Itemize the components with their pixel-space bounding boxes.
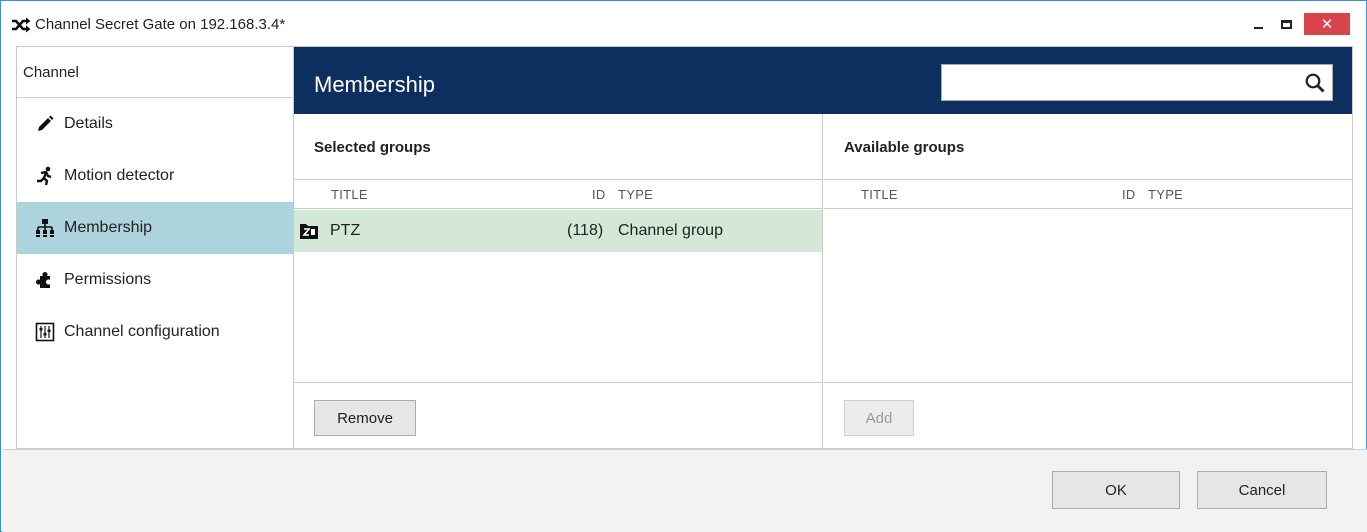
dialog-window: Channel Secret Gate on 192.168.3.4* ✕ Ch… xyxy=(0,0,1367,532)
main-panel: Membership Selected groups TITLE ID TYPE… xyxy=(293,46,1353,449)
column-type[interactable]: TYPE xyxy=(618,187,653,202)
column-id[interactable]: ID xyxy=(592,187,606,202)
window-title: Channel Secret Gate on 192.168.3.4* xyxy=(35,16,286,33)
available-groups-footer: Add xyxy=(824,382,1352,448)
sidebar-item-channel-configuration[interactable]: Channel configuration xyxy=(17,306,293,358)
search-input[interactable] xyxy=(941,64,1333,101)
pencil-icon xyxy=(34,114,56,134)
selected-groups-title: Selected groups xyxy=(314,139,431,156)
minimize-icon xyxy=(1253,27,1263,29)
sidebar-item-details[interactable]: Details xyxy=(17,98,293,150)
sidebar-item-permissions[interactable]: Permissions xyxy=(17,254,293,306)
maximize-icon xyxy=(1280,19,1292,29)
selected-groups-column-header: TITLE ID TYPE xyxy=(294,179,822,209)
running-person-icon xyxy=(34,166,56,186)
add-button[interactable]: Add xyxy=(844,400,914,436)
title-bar[interactable]: Channel Secret Gate on 192.168.3.4* ✕ xyxy=(1,1,1366,45)
dialog-footer: OK Cancel xyxy=(2,449,1367,532)
sidebar-item-label: Permissions xyxy=(64,271,152,288)
sidebar: Channel Details Motion detector Membersh… xyxy=(16,46,293,449)
minimize-button[interactable] xyxy=(1245,13,1271,35)
sidebar-item-label: Membership xyxy=(64,219,153,236)
close-icon: ✕ xyxy=(1320,15,1334,33)
hierarchy-icon xyxy=(34,218,56,238)
sliders-icon xyxy=(34,322,56,342)
sidebar-item-label: Motion detector xyxy=(64,167,175,184)
column-title[interactable]: TITLE xyxy=(861,187,898,202)
maximize-button[interactable] xyxy=(1273,13,1299,35)
group-folder-icon xyxy=(300,224,318,239)
remove-button[interactable]: Remove xyxy=(314,400,416,436)
available-groups-column-header: TITLE ID TYPE xyxy=(824,179,1352,209)
search-icon[interactable] xyxy=(1304,72,1326,94)
sidebar-item-label: Channel configuration xyxy=(64,323,220,340)
column-type[interactable]: TYPE xyxy=(1148,187,1183,202)
page-title: Membership xyxy=(314,72,436,97)
sidebar-header: Channel xyxy=(17,47,293,98)
close-button[interactable]: ✕ xyxy=(1304,13,1350,35)
shuffle-icon xyxy=(12,17,31,33)
row-title: PTZ xyxy=(330,222,361,239)
sidebar-item-label: Details xyxy=(64,115,113,132)
selected-groups-pane: Selected groups TITLE ID TYPE PTZ (118) … xyxy=(294,114,823,448)
main-header: Membership xyxy=(294,47,1352,114)
sidebar-item-motion-detector[interactable]: Motion detector xyxy=(17,150,293,202)
ok-button[interactable]: OK xyxy=(1052,471,1180,509)
column-title[interactable]: TITLE xyxy=(331,187,368,202)
row-id: (118) xyxy=(567,222,604,239)
available-groups-pane: Available groups TITLE ID TYPE Add xyxy=(824,114,1352,448)
available-groups-title: Available groups xyxy=(844,139,965,156)
table-row[interactable]: PTZ (118) Channel group xyxy=(294,210,822,252)
cancel-button[interactable]: Cancel xyxy=(1197,471,1327,509)
puzzle-icon xyxy=(34,270,56,290)
sidebar-item-membership[interactable]: Membership xyxy=(17,202,293,254)
selected-groups-footer: Remove xyxy=(294,382,822,448)
column-id[interactable]: ID xyxy=(1122,187,1136,202)
row-type: Channel group xyxy=(618,222,723,239)
